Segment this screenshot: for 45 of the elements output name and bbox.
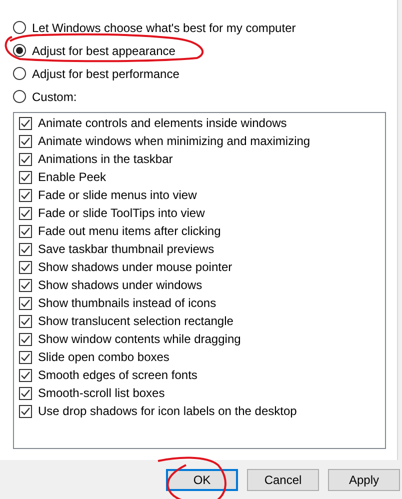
dialog-button[interactable]: Cancel [247,469,319,491]
setting-label[interactable]: Save taskbar thumbnail previews [38,242,214,256]
setting-label[interactable]: Show thumbnails instead of icons [38,296,216,310]
checkbox[interactable] [19,116,32,130]
checkbox[interactable] [19,386,32,400]
setting-label[interactable]: Fade or slide menus into view [38,188,197,202]
option-label[interactable]: Adjust for best appearance [32,44,176,58]
setting-label[interactable]: Animations in the taskbar [38,152,173,166]
setting-label[interactable]: Smooth edges of screen fonts [38,368,198,382]
checkbox[interactable] [19,296,32,310]
checkbox[interactable] [19,170,32,184]
checkbox[interactable] [19,278,32,292]
radio-button[interactable] [13,21,26,34]
setting-label[interactable]: Smooth-scroll list boxes [38,386,165,400]
radio-button[interactable] [13,44,26,57]
setting-label[interactable]: Slide open combo boxes [38,350,170,364]
dialog-button[interactable]: OK [166,469,238,491]
checkbox[interactable] [19,224,32,238]
checkbox[interactable] [19,242,32,256]
setting-label[interactable]: Fade out menu items after clicking [38,224,221,238]
setting-label[interactable]: Fade or slide ToolTips into view [38,206,205,220]
setting-label[interactable]: Show shadows under mouse pointer [38,260,232,274]
checkbox[interactable] [19,350,32,364]
option-label[interactable]: Adjust for best performance [32,66,180,80]
setting-label[interactable]: Enable Peek [38,170,106,184]
setting-label[interactable]: Use drop shadows for icon labels on the desktop [38,404,297,418]
checkbox[interactable] [19,314,32,328]
setting-label[interactable]: Show translucent selection rectangle [38,314,234,328]
checkbox[interactable] [19,404,32,418]
radio-button[interactable] [13,90,26,103]
setting-label[interactable]: Show shadows under windows [38,278,202,292]
setting-label[interactable]: Animate controls and elements inside windows [38,116,287,130]
checkbox[interactable] [19,188,32,202]
option-label[interactable]: Let Windows choose what's best for my computer [32,20,296,34]
checkbox[interactable] [19,368,32,382]
dialog-button[interactable]: Apply [328,469,400,491]
checkbox[interactable] [19,152,32,166]
option-label[interactable]: Custom: [32,90,77,104]
checkbox[interactable] [19,134,32,148]
checkbox[interactable] [19,332,32,346]
setting-label[interactable]: Animate windows when minimizing and maximizing [38,134,310,148]
radio-button[interactable] [13,67,26,80]
checkbox[interactable] [19,206,32,220]
checkbox[interactable] [19,260,32,274]
setting-label[interactable]: Show window contents while dragging [38,332,241,346]
